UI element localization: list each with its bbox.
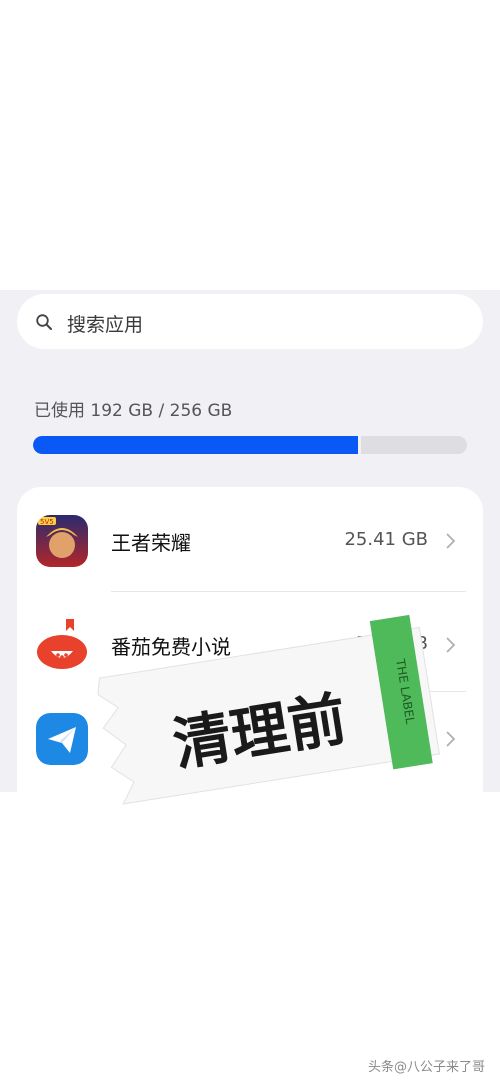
storage-progress-bar: [33, 436, 467, 454]
svg-text:5V5: 5V5: [40, 518, 54, 526]
chevron-right-icon: [446, 533, 455, 549]
honor-of-kings-icon: 5V5: [36, 515, 88, 567]
app-row-honor-of-kings[interactable]: 5V5 王者荣耀 25.41 GB: [17, 487, 483, 587]
app-list-card: 5V5 王者荣耀 25.41 GB 番茄免费小说 5.55 GB: [17, 487, 483, 792]
app-size: 25.41 GB: [344, 529, 428, 550]
top-blank-area: [0, 0, 500, 290]
app-name: 番茄免费小说: [111, 635, 231, 659]
storage-panel: 搜索应用 已使用 192 GB / 256 GB 5V5 王者荣耀 25.41 …: [0, 290, 500, 792]
storage-progress-separator: [357, 436, 361, 454]
storage-usage-text: 已使用 192 GB / 256 GB: [34, 401, 233, 421]
app-size: 5.55 GB: [355, 633, 428, 654]
app-name: 王者荣耀: [111, 531, 191, 555]
storage-progress-fill: [33, 436, 359, 454]
chevron-right-icon: [446, 731, 455, 747]
paper-plane-app-icon: [36, 713, 88, 765]
app-row-third[interactable]: [17, 691, 483, 791]
app-row-tomato-novel[interactable]: 番茄免费小说 5.55 GB: [17, 591, 483, 691]
tomato-novel-icon: [36, 619, 88, 671]
chevron-right-icon: [446, 637, 455, 653]
search-bar[interactable]: 搜索应用: [17, 294, 483, 349]
watermark: 头条@八公子来了哥: [368, 1060, 486, 1075]
search-icon: [36, 314, 52, 330]
search-input-placeholder[interactable]: 搜索应用: [67, 310, 143, 337]
